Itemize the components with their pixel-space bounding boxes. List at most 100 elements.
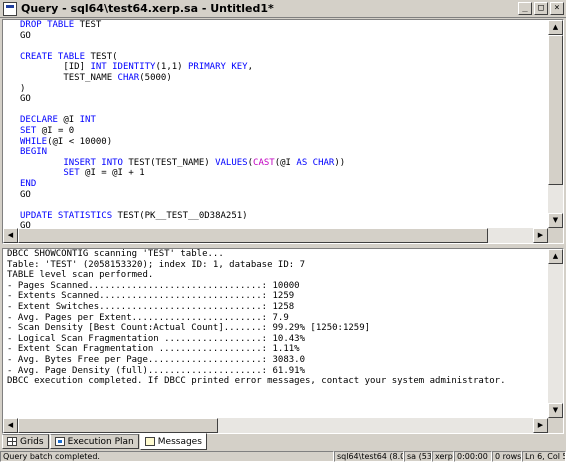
status-rows: 0 rows [492, 451, 522, 462]
scroll-right-arrow-icon[interactable]: ▶ [533, 418, 548, 433]
code-line: DROP TABLE TEST [20, 20, 548, 31]
scroll-right-arrow-icon[interactable]: ▶ [533, 228, 548, 243]
results-vertical-scrollbar[interactable]: ▲ ▼ [548, 249, 563, 418]
code-line: TEST_NAME CHAR(5000) [20, 73, 548, 84]
code-token: PRIMARY KEY [188, 62, 248, 73]
code-token: (1,1) [155, 62, 188, 73]
code-line: SET @I = 0 [20, 126, 548, 137]
code-token: @I = @I + 1 [85, 168, 145, 179]
message-line: - Avg. Bytes Free per Page..............… [7, 354, 306, 365]
message-line: - Extent Scan Fragmentation ............… [7, 344, 300, 355]
status-database: xerp [432, 451, 454, 462]
maximize-button[interactable]: □ [534, 2, 548, 15]
code-line: [ID] INT IDENTITY(1,1) PRIMARY KEY, [20, 62, 548, 73]
scroll-thumb[interactable] [18, 418, 218, 433]
query-text[interactable]: DROP TABLE TEST GO CREATE TABLE TEST( [ID]… [3, 20, 548, 243]
minimize-button[interactable]: _ [518, 2, 532, 15]
scroll-corner [548, 418, 563, 433]
tab-execution-plan[interactable]: Execution Plan [49, 434, 139, 449]
tab-grids[interactable]: Grids [2, 434, 49, 449]
code-token: ) [20, 83, 26, 94]
code-line: GO [20, 190, 548, 201]
code-token: SET [63, 168, 86, 179]
message-line: - Avg. Pages per Extent.................… [7, 312, 289, 323]
message-line: - Avg. Page Density (full)..............… [7, 365, 306, 376]
code-line: WHILE(@I < 10000) [20, 137, 548, 148]
message-line: - Extent Switches.......................… [7, 301, 295, 312]
message-line: - Scan Density [Best Count:Actual Count]… [7, 323, 371, 334]
code-token: TEST(PK__TEST__0D38A251) [117, 210, 248, 221]
status-user: sa (53) [404, 451, 432, 462]
code-token: INT IDENTITY [90, 62, 156, 73]
code-line: DECLARE @I INT [20, 115, 548, 126]
code-token: VALUES [215, 157, 248, 168]
code-token: TEST [79, 20, 102, 30]
scroll-up-arrow-icon[interactable]: ▲ [548, 20, 563, 35]
execution-plan-icon [54, 437, 65, 446]
status-bar: Query batch completed. sql64\test64 (8.0… [0, 451, 566, 462]
code-token: GO [20, 94, 31, 105]
code-line: BEGIN [20, 147, 548, 158]
code-token: (@I < 10000) [47, 136, 113, 147]
code-token: TEST( [90, 51, 118, 62]
window-controls: _ □ × [518, 2, 564, 15]
scroll-corner [548, 228, 563, 243]
grid-icon [7, 437, 17, 446]
code-token: TEST(TEST_NAME) [128, 157, 216, 168]
messages-icon [144, 437, 155, 446]
status-message: Query batch completed. [0, 451, 334, 462]
results-pane[interactable]: DBCC SHOWCONTIG scanning 'TEST' table...… [2, 248, 564, 434]
code-line: CREATE TABLE TEST( [20, 52, 548, 63]
code-token: WHILE [20, 136, 48, 147]
message-line: - Logical Scan Fragmentation ...........… [7, 333, 306, 344]
title-bar: Query - sql64\test64.xerp.sa - Untitled1… [0, 0, 566, 18]
message-line: DBCC SHOWCONTIG scanning 'TEST' table... [7, 249, 224, 259]
scroll-thumb[interactable] [548, 35, 563, 185]
editor-vertical-scrollbar[interactable]: ▲ ▼ [548, 20, 563, 228]
scroll-thumb[interactable] [18, 228, 488, 243]
code-token: BEGIN [20, 147, 48, 158]
scroll-down-arrow-icon[interactable]: ▼ [548, 403, 563, 418]
code-token: DECLARE [20, 115, 64, 126]
results-tabs: Grids Execution Plan Messages [2, 433, 564, 451]
tab-label: Grids [20, 436, 44, 447]
code-token: CHAR [117, 72, 140, 83]
code-line: GO [20, 94, 548, 105]
scroll-left-arrow-icon[interactable]: ◀ [3, 418, 18, 433]
status-server: sql64\test64 (8.0) [334, 451, 404, 462]
scroll-up-arrow-icon[interactable]: ▲ [548, 249, 563, 264]
scroll-left-arrow-icon[interactable]: ◀ [3, 228, 18, 243]
messages-text: DBCC SHOWCONTIG scanning 'TEST' table...… [3, 249, 548, 418]
message-line: TABLE level scan performed. [7, 270, 154, 281]
code-token: [ID] [20, 62, 91, 73]
message-line: DBCC execution completed. If DBCC printe… [7, 376, 506, 387]
code-line: UPDATE STATISTICS TEST(PK__TEST__0D38A25… [20, 211, 548, 222]
close-button[interactable]: × [550, 2, 564, 15]
status-elapsed: 0:00:00 [454, 451, 492, 462]
results-horizontal-scrollbar[interactable]: ◀ ▶ [3, 418, 548, 433]
code-token: CREATE TABLE [20, 51, 91, 62]
code-line: INSERT INTO TEST(TEST_NAME) VALUES(CAST(… [20, 158, 548, 169]
code-token: )) [334, 157, 346, 168]
query-editor[interactable]: DROP TABLE TEST GO CREATE TABLE TEST( [ID]… [2, 19, 564, 244]
tab-label: Messages [157, 436, 202, 447]
message-line: - Pages Scanned.........................… [7, 280, 300, 291]
code-token: @I [63, 115, 80, 126]
code-token: CAST [253, 157, 275, 168]
editor-horizontal-scrollbar[interactable]: ◀ ▶ [3, 228, 548, 243]
code-token: GO [20, 189, 31, 200]
tab-messages[interactable]: Messages [139, 433, 207, 450]
status-cursor-position: Ln 6, Col 54 [522, 451, 566, 462]
code-token: INT [79, 115, 96, 126]
code-token: @I = 0 [41, 125, 75, 136]
code-token: (5000) [139, 72, 172, 83]
code-token: GO [20, 30, 31, 41]
code-line: ) [20, 84, 548, 95]
code-token: TEST_NAME [20, 72, 118, 83]
code-token: (@I [274, 157, 297, 168]
scroll-down-arrow-icon[interactable]: ▼ [548, 213, 563, 228]
